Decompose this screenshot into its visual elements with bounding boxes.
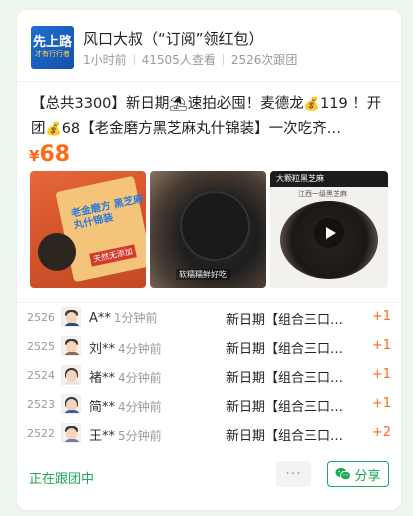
- post-header: 先上路 才有行行者 风口大叔（“订阅”领红包） 1小时前 41505人查看 2526…: [31, 26, 391, 70]
- desc-text: 68【老金磨方黑芝麻丸什锦装】一次吃齐…: [61, 121, 342, 137]
- buyer-name: A** 1分钟前: [89, 311, 158, 326]
- product-image[interactable]: 老金磨方 黑芝麻丸什锦装 天然无添加: [30, 171, 146, 288]
- order-quantity: +1: [371, 338, 391, 353]
- order-item: 新日期【组合三口…: [226, 371, 344, 386]
- leader-name[interactable]: 风口大叔（“订阅”领红包）: [83, 28, 264, 49]
- order-number: 2522: [27, 427, 55, 440]
- price: ¥68: [29, 142, 70, 167]
- sesame-ball-graphic: [38, 233, 76, 271]
- avatar-text: 先上路: [32, 35, 72, 50]
- buyer-name: 刘** 4分钟前: [89, 342, 162, 357]
- share-label: 分享: [354, 468, 381, 484]
- order-list: 2526 A** 1分钟前 新日期【组合三口… +1 2525 刘** 4分钟前 新…: [27, 303, 393, 448]
- list-item[interactable]: 2522 王** 5分钟前 新日期【组合三口… +2: [27, 419, 393, 448]
- wechat-icon: [335, 467, 352, 481]
- order-number: 2523: [27, 398, 55, 411]
- meta-divider: [133, 54, 135, 65]
- moneybag-icon: 💰: [303, 97, 320, 112]
- buyer-name: 简** 4分钟前: [89, 400, 162, 415]
- order-number: 2524: [27, 369, 55, 382]
- order-item: 新日期【组合三口…: [226, 313, 344, 328]
- product-images: 老金磨方 黑芝麻丸什锦装 天然无添加 软糯糯鲜好吃 大颗粒黑芝麻 江西一级黑芝麻: [30, 171, 388, 288]
- avatar: [61, 307, 81, 327]
- avatar-subtext: 才有行行者: [35, 50, 70, 58]
- order-number: 2525: [27, 340, 55, 353]
- list-item[interactable]: 2524 褚** 4分钟前 新日期【组合三口… +1: [27, 361, 393, 390]
- order-item: 新日期【组合三口…: [226, 342, 344, 357]
- image-caption: 软糯糯鲜好吃: [176, 269, 230, 280]
- desc-text: 【总共3300】新日期⛱速拍必囤！麦德龙: [31, 96, 304, 112]
- avatar: [61, 394, 81, 414]
- order-quantity: +1: [371, 396, 391, 411]
- buyer-name: 褚** 4分钟前: [89, 371, 162, 386]
- share-button[interactable]: 分享: [327, 461, 389, 487]
- sesame-ball-graphic: [180, 191, 250, 261]
- product-video[interactable]: 大颗粒黑芝麻 江西一级黑芝麻: [270, 171, 388, 288]
- moneybag-icon: 💰: [45, 122, 62, 137]
- avatar: [61, 336, 81, 356]
- list-item[interactable]: 2523 简** 4分钟前 新日期【组合三口… +1: [27, 390, 393, 419]
- order-item: 新日期【组合三口…: [226, 429, 344, 444]
- play-icon[interactable]: [314, 217, 344, 248]
- order-number: 2526: [27, 311, 55, 324]
- avatar: [61, 365, 81, 385]
- order-quantity: +1: [371, 367, 391, 382]
- post-meta: 1小时前 41505人查看 2526次跟团: [83, 51, 297, 68]
- post-description[interactable]: 【总共3300】新日期⛱速拍必囤！麦德龙💰119 ！开团💰68【老金磨方黑芝麻丸…: [31, 92, 389, 142]
- order-time: 4分钟前: [118, 400, 162, 414]
- video-subtext: 江西一级黑芝麻: [298, 190, 347, 198]
- order-quantity: +2: [371, 425, 391, 440]
- avatar: [61, 423, 81, 443]
- order-quantity: +1: [371, 309, 391, 324]
- order-time: 4分钟前: [118, 342, 162, 356]
- more-button[interactable]: ···: [276, 461, 311, 487]
- meta-divider: [222, 54, 224, 65]
- order-item: 新日期【组合三口…: [226, 400, 344, 415]
- list-item[interactable]: 2526 A** 1分钟前 新日期【组合三口… +1: [27, 303, 393, 332]
- order-time: 1分钟前: [113, 311, 158, 325]
- group-status: 正在跟团中: [29, 472, 95, 487]
- currency-symbol: ¥: [29, 147, 40, 165]
- group-count: 2526次跟团: [230, 53, 298, 67]
- order-time: 5分钟前: [118, 429, 162, 443]
- buyer-name: 王** 5分钟前: [89, 429, 162, 444]
- product-image[interactable]: 软糯糯鲜好吃: [150, 171, 266, 288]
- list-item[interactable]: 2525 刘** 4分钟前 新日期【组合三口… +1: [27, 332, 393, 361]
- order-time: 4分钟前: [118, 371, 162, 385]
- post-time: 1小时前: [83, 53, 127, 67]
- view-count: 41505人查看: [141, 53, 216, 67]
- video-banner-text: 大颗粒黑芝麻: [276, 174, 324, 183]
- divider: [17, 81, 401, 82]
- avatar[interactable]: 先上路 才有行行者: [31, 26, 74, 69]
- group-buy-card[interactable]: 先上路 才有行行者 风口大叔（“订阅”领红包） 1小时前 41505人查看 2526…: [17, 10, 401, 510]
- price-value: 68: [39, 142, 71, 167]
